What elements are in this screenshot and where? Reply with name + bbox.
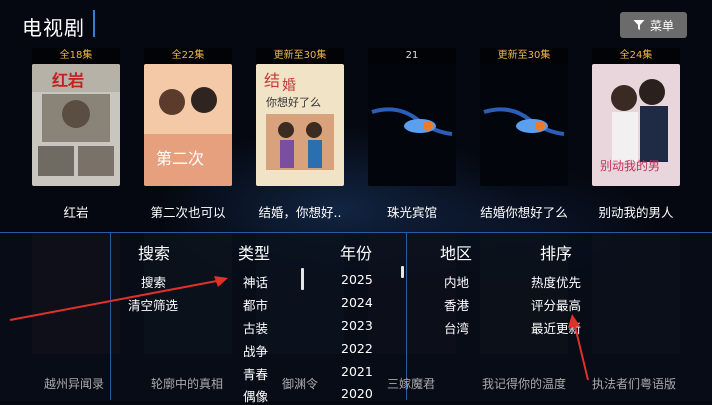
annotation-arrows <box>9 276 589 381</box>
